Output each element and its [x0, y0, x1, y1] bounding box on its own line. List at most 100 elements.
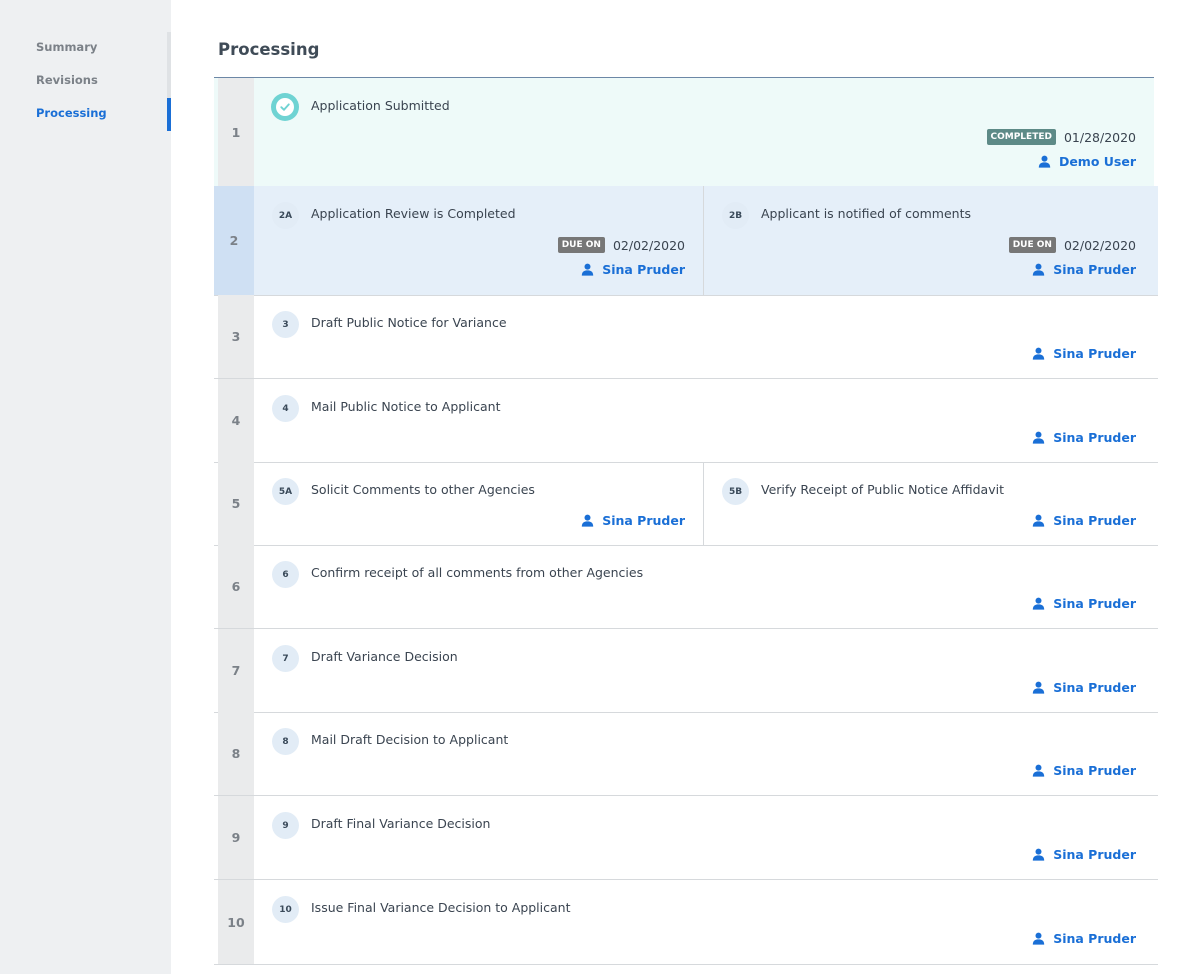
task-label: Application Review is Completed [311, 206, 516, 221]
assignee-link[interactable]: Sina Pruder [1032, 847, 1136, 862]
step-number: 5 [218, 462, 254, 545]
step-row: 4 4 Mail Public Notice to Applicant Sina Pr… [214, 379, 1158, 463]
assignee-line: Demo User [1038, 154, 1136, 169]
page-title: Processing [218, 40, 320, 59]
status-line: DUE ON 02/02/2020 [557, 237, 685, 253]
assignee-name: Sina Pruder [602, 262, 685, 277]
step-row: 2 2A Application Review is Completed DUE ON… [214, 186, 1158, 296]
user-icon [1032, 848, 1053, 861]
task-label: Mail Draft Decision to Applicant [311, 732, 509, 747]
assignee-link[interactable]: Sina Pruder [1032, 430, 1136, 445]
task-label: Application Submitted [311, 98, 450, 113]
user-icon [1032, 764, 1053, 777]
assignee-line: Sina Pruder [581, 513, 685, 528]
step-badge: 2B [722, 202, 749, 229]
assignee-name: Sina Pruder [1053, 262, 1136, 277]
step-badge: 3 [272, 311, 299, 338]
status-line: COMPLETED 01/28/2020 [986, 129, 1136, 145]
task-cell[interactable]: 5A Solicit Comments to other Agencies Sina… [254, 462, 703, 545]
step-row: 5 5A Solicit Comments to other Agencies Sin… [214, 462, 1158, 546]
assignee-link[interactable]: Demo User [1038, 154, 1136, 169]
assignee-link[interactable]: Sina Pruder [1032, 680, 1136, 695]
sidebar-item-revisions[interactable]: Revisions [36, 64, 171, 97]
step-number: 8 [218, 712, 254, 795]
task-label: Applicant is notified of comments [761, 206, 971, 221]
status-badge: DUE ON [557, 237, 605, 253]
assignee-line: Sina Pruder [1032, 847, 1136, 862]
task-label: Draft Variance Decision [311, 649, 458, 664]
assignee-name: Sina Pruder [1053, 931, 1136, 946]
assignee-link[interactable]: Sina Pruder [581, 513, 685, 528]
task-cell[interactable]: Application Submitted COMPLETED 01/28/2020… [254, 78, 1154, 186]
assignee-line: Sina Pruder [1032, 262, 1136, 277]
assignee-name: Sina Pruder [1053, 346, 1136, 361]
assignee-link[interactable]: Sina Pruder [581, 262, 685, 277]
step-badge: 7 [272, 645, 299, 672]
step-number: 1 [218, 78, 254, 186]
step-badge: 6 [272, 561, 299, 588]
sidebar: Summary Revisions Processing [0, 0, 171, 974]
step-number: 3 [218, 295, 254, 378]
assignee-line: Sina Pruder [1032, 346, 1136, 361]
task-cell[interactable]: 2B Applicant is notified of comments DUE O… [703, 186, 1154, 295]
assignee-link[interactable]: Sina Pruder [1032, 513, 1136, 528]
user-icon [1032, 681, 1053, 694]
task-cell[interactable]: 6 Confirm receipt of all comments from ot… [254, 545, 1154, 628]
due-date: 02/02/2020 [612, 237, 685, 253]
step-number: 7 [218, 629, 254, 712]
user-icon [1032, 431, 1053, 444]
user-icon [581, 263, 602, 276]
step-badge: 4 [272, 395, 299, 422]
task-cell[interactable]: 5B Verify Receipt of Public Notice Affida… [703, 462, 1154, 545]
step-number: 2 [214, 186, 254, 295]
step-badge: 9 [272, 812, 299, 839]
step-row: 7 7 Draft Variance Decision Sina Pruder [214, 629, 1158, 713]
assignee-link[interactable]: Sina Pruder [1032, 763, 1136, 778]
assignee-link[interactable]: Sina Pruder [1032, 262, 1136, 277]
task-cell[interactable]: 10 Issue Final Variance Decision to Appli… [254, 880, 1154, 964]
step-badge: 5A [272, 478, 299, 505]
task-label: Verify Receipt of Public Notice Affidavi… [761, 482, 1004, 497]
step-row: 6 6 Confirm receipt of all comments from o… [214, 545, 1158, 629]
user-icon [1032, 597, 1053, 610]
task-label: Draft Public Notice for Variance [311, 315, 507, 330]
task-cell[interactable]: 3 Draft Public Notice for Variance Sina Pr… [254, 295, 1154, 378]
assignee-line: Sina Pruder [1032, 596, 1136, 611]
sidebar-item-processing[interactable]: Processing [36, 97, 171, 130]
assignee-line: Sina Pruder [581, 262, 685, 277]
user-icon [1032, 263, 1053, 276]
task-cell[interactable]: 9 Draft Final Variance Decision Sina Prude… [254, 796, 1154, 879]
step-badge: 2A [272, 202, 299, 229]
assignee-name: Sina Pruder [1053, 763, 1136, 778]
assignee-name: Sina Pruder [1053, 680, 1136, 695]
assignee-link[interactable]: Sina Pruder [1032, 931, 1136, 946]
assignee-name: Sina Pruder [1053, 847, 1136, 862]
assignee-name: Sina Pruder [602, 513, 685, 528]
step-row: 10 10 Issue Final Variance Decision to App… [214, 880, 1158, 965]
step-number: 4 [218, 379, 254, 462]
sidebar-item-summary[interactable]: Summary [36, 31, 171, 64]
step-number: 9 [218, 796, 254, 879]
step-number: 6 [218, 545, 254, 628]
status-badge: COMPLETED [986, 129, 1056, 145]
check-circle-icon [271, 93, 299, 121]
task-cell[interactable]: 7 Draft Variance Decision Sina Pruder [254, 629, 1154, 712]
assignee-line: Sina Pruder [1032, 931, 1136, 946]
task-cell[interactable]: 2A Application Review is Completed DUE ON 0… [254, 186, 703, 295]
assignee-link[interactable]: Sina Pruder [1032, 596, 1136, 611]
assignee-link[interactable]: Sina Pruder [1032, 346, 1136, 361]
assignee-line: Sina Pruder [1032, 680, 1136, 695]
assignee-name: Demo User [1058, 154, 1136, 169]
task-cell[interactable]: 4 Mail Public Notice to Applicant Sina Pru… [254, 379, 1154, 462]
user-icon [581, 514, 602, 527]
step-row: 3 3 Draft Public Notice for Variance Sina P… [214, 295, 1158, 379]
step-badge: 5B [722, 478, 749, 505]
user-icon [1032, 347, 1053, 360]
step-row: 9 9 Draft Final Variance Decision Sina Prud… [214, 796, 1158, 880]
status-line: DUE ON 02/02/2020 [1008, 237, 1136, 253]
assignee-line: Sina Pruder [1032, 763, 1136, 778]
task-label: Draft Final Variance Decision [311, 816, 491, 831]
step-row: 8 8 Mail Draft Decision to Applicant Sina P… [214, 712, 1158, 796]
task-label: Solicit Comments to other Agencies [311, 482, 535, 497]
task-cell[interactable]: 8 Mail Draft Decision to Applicant Sina Pr… [254, 712, 1154, 795]
